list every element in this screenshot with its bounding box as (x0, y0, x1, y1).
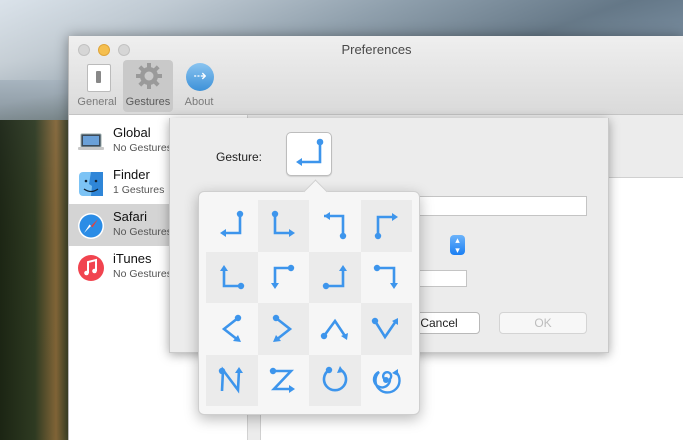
toolbar-about[interactable]: ⇢ About (174, 60, 224, 112)
gesture-cell[interactable] (309, 200, 361, 252)
gesture-up-left-icon (219, 210, 243, 237)
gesture-down-right-icon (272, 210, 296, 237)
gesture-cell[interactable] (206, 303, 258, 355)
gesture-right-down-hook-icon (374, 265, 399, 290)
gesture-z-shape-icon (270, 368, 296, 394)
toolbar-general[interactable]: General (72, 60, 122, 112)
app-gesture-count: 1 Gestures (113, 184, 165, 196)
gesture-cell[interactable] (309, 303, 361, 355)
gesture-left-up-icon (219, 265, 244, 290)
gesture-cell[interactable] (361, 355, 413, 407)
app-name: iTunes (113, 251, 152, 266)
gesture-up-right-icon (375, 212, 399, 239)
gesture-cell[interactable] (360, 200, 412, 252)
gesture-picker-popover (198, 179, 420, 415)
app-gesture-count: No Gestures (113, 226, 172, 238)
gesture-label: Gesture: (216, 150, 263, 164)
gesture-n-shape-icon (218, 366, 243, 394)
gesture-cell[interactable] (206, 251, 258, 303)
gesture-grid (206, 200, 412, 406)
gesture-cell[interactable] (257, 200, 309, 252)
gesture-down-left-icon (322, 265, 347, 290)
app-name: Finder (113, 167, 150, 182)
toolbar-gestures[interactable]: Gestures (123, 60, 173, 112)
ok-button[interactable]: OK (499, 312, 587, 334)
gesture-cell[interactable] (309, 354, 361, 406)
gesture-cell[interactable] (257, 303, 309, 355)
safari-compass-icon (78, 213, 104, 239)
about-arrow-icon: ⇢ (186, 63, 214, 91)
gesture-cell[interactable] (258, 252, 310, 304)
toolbar-general-label: General (77, 96, 117, 108)
app-gesture-count: No Gestures (113, 142, 172, 154)
itunes-music-icon (78, 255, 104, 281)
laptop-icon (78, 133, 104, 150)
titlebar: Preferences General Gestures ⇢ About (69, 36, 683, 115)
gesture-left-down-icon (323, 211, 346, 239)
gesture-cell[interactable] (309, 251, 361, 303)
gesture-cell[interactable] (258, 355, 310, 407)
gear-icon (136, 63, 162, 89)
action-name-field[interactable] (419, 196, 587, 216)
toolbar-gestures-label: Gestures (125, 96, 171, 108)
gesture-cell[interactable] (361, 252, 413, 304)
gesture-right-down-icon (271, 265, 295, 290)
app-name: Safari (113, 209, 147, 224)
shortcut-field[interactable] (419, 270, 467, 287)
gesture-up-left-icon (296, 138, 324, 166)
gesture-cell[interactable] (206, 200, 258, 252)
gesture-circle-icon (322, 366, 348, 392)
general-switch-icon (87, 64, 111, 92)
gesture-check-down-icon (372, 317, 399, 340)
finder-icon (79, 172, 103, 196)
app-gesture-count: No Gestures (113, 268, 172, 280)
gesture-cell[interactable] (360, 303, 412, 355)
gesture-caret-up-icon (320, 318, 348, 340)
window-title: Preferences (341, 42, 412, 57)
app-name: Global (113, 125, 151, 140)
action-popup-stepper[interactable]: ▴ ▾ (450, 235, 465, 255)
gesture-left-bracket-icon (221, 314, 241, 342)
toolbar-about-label: About (184, 96, 214, 108)
gesture-right-bracket-icon (273, 314, 293, 342)
gesture-selector-well[interactable] (286, 132, 332, 176)
gesture-cell[interactable] (206, 354, 258, 406)
gesture-spiral-icon (373, 369, 401, 394)
